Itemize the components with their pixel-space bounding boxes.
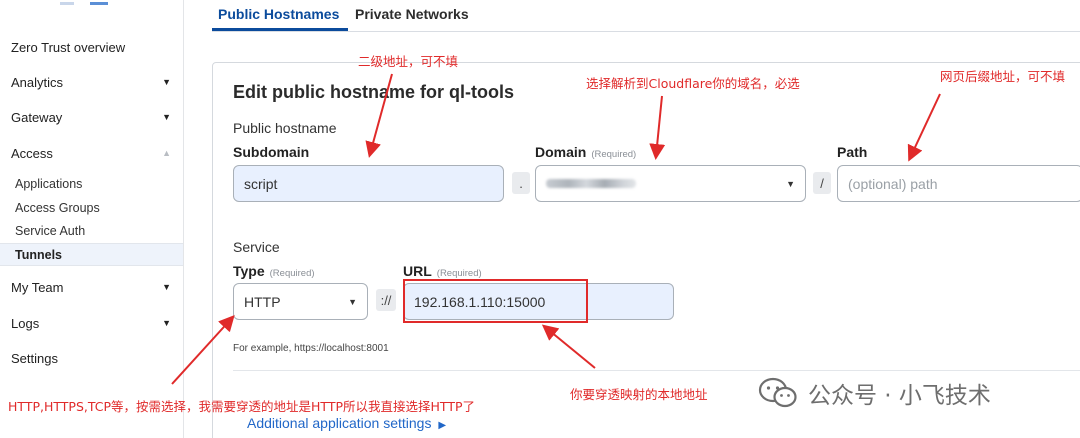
type-annotation: HTTP,HTTPS,TCP等，按需选择，我需要穿透的地址是HTTP所以我直接选… — [8, 399, 476, 414]
subdomain-value: script — [244, 175, 278, 192]
sidebar-item-gateway[interactable]: Gateway ▼ — [0, 100, 183, 134]
sidebar: Zero Trust overview Analytics ▼ Gateway … — [0, 0, 184, 438]
sidebar-item-settings[interactable]: Settings — [0, 341, 183, 375]
redacted-domain — [546, 179, 636, 188]
sidebar-item-tunnels[interactable]: Tunnels — [0, 243, 183, 266]
active-tab-indicator — [212, 28, 348, 31]
scheme-separator: :// — [376, 289, 396, 311]
sidebar-item-zero-trust-overview[interactable]: Zero Trust overview — [0, 30, 183, 64]
page-title: Edit public hostname for ql-tools — [233, 82, 514, 102]
sidebar-item-my-team[interactable]: My Team ▼ — [0, 270, 183, 304]
chevron-down-icon: ▼ — [348, 296, 357, 307]
sidebar-item-label: Access — [11, 145, 53, 161]
sidebar-item-label: Zero Trust overview — [11, 39, 126, 55]
sidebar-item-label: My Team — [11, 279, 64, 295]
path-placeholder: (optional) path — [848, 175, 938, 192]
subdomain-label: Subdomain — [233, 144, 309, 160]
logo — [60, 0, 110, 6]
type-select[interactable]: HTTP ▼ — [233, 283, 368, 320]
service-section-label: Service — [233, 239, 280, 255]
sidebar-item-label: Logs — [11, 315, 40, 331]
sidebar-item-label: Analytics — [11, 74, 64, 90]
slash-separator: / — [813, 172, 831, 194]
chevron-down-icon: ▼ — [162, 77, 171, 87]
sidebar-item-service-auth[interactable]: Service Auth — [0, 219, 183, 242]
subdomain-input[interactable]: script — [233, 165, 504, 202]
sidebar-item-label: Tunnels — [15, 247, 62, 262]
required-hint: (Required) — [269, 268, 315, 279]
chevron-down-icon: ▼ — [786, 178, 795, 189]
subdomain-annotation: 二级地址，可不填 — [358, 54, 459, 69]
domain-label-text: Domain — [535, 144, 587, 160]
type-label-text: Type — [233, 263, 265, 279]
url-label: URL (Required) — [403, 263, 482, 279]
sidebar-item-access[interactable]: Access ▲ — [0, 136, 183, 170]
wechat-icon — [758, 377, 798, 409]
required-hint: (Required) — [591, 149, 637, 160]
chevron-right-icon: ▶ — [438, 420, 447, 431]
sidebar-item-label: Service Auth — [15, 223, 86, 238]
public-hostname-section-label: Public hostname — [233, 120, 337, 136]
domain-select[interactable]: ▼ — [535, 165, 806, 202]
tab-public-hostnames[interactable]: Public Hostnames — [218, 6, 339, 22]
chevron-down-icon: ▼ — [162, 318, 171, 328]
type-label: Type (Required) — [233, 263, 315, 279]
sidebar-item-label: Applications — [15, 176, 83, 191]
path-label: Path — [837, 144, 867, 160]
sidebar-item-access-groups[interactable]: Access Groups — [0, 196, 183, 219]
url-label-text: URL — [403, 263, 432, 279]
sidebar-item-analytics[interactable]: Analytics ▼ — [0, 65, 183, 99]
watermark: 公众号 · 小飞技术 — [758, 376, 991, 410]
path-label-text: Path — [837, 144, 868, 160]
dot-separator: . — [512, 172, 530, 194]
url-helper-text: For example, https://localhost:8001 — [233, 343, 389, 354]
sidebar-item-logs[interactable]: Logs ▼ — [0, 306, 183, 340]
path-input[interactable]: (optional) path — [837, 165, 1080, 202]
domain-label: Domain (Required) — [535, 144, 636, 160]
sidebar-item-label: Access Groups — [15, 200, 100, 215]
additional-settings-link[interactable]: Additional application settings ▶ — [247, 415, 446, 431]
chevron-down-icon: ▼ — [162, 282, 171, 292]
sidebar-item-applications[interactable]: Applications — [0, 172, 183, 195]
additional-settings-label: Additional application settings — [247, 415, 432, 431]
required-hint: (Required) — [436, 268, 482, 279]
url-highlight-box — [403, 279, 588, 323]
path-annotation: 网页后缀地址，可不填 — [940, 69, 1066, 84]
tab-bar: Public Hostnames Private Networks — [212, 0, 1080, 32]
sidebar-item-label: Settings — [11, 350, 58, 366]
tab-private-networks[interactable]: Private Networks — [355, 6, 469, 22]
url-annotation: 你要穿透映射的本地地址 — [570, 387, 708, 402]
domain-annotation: 选择解析到Cloudflare你的域名，必选 — [586, 76, 800, 91]
chevron-up-icon: ▲ — [162, 148, 171, 158]
watermark-text: 公众号 · 小飞技术 — [808, 383, 991, 409]
subdomain-label-text: Subdomain — [233, 144, 310, 160]
type-value: HTTP — [244, 293, 281, 310]
section-divider — [233, 370, 1080, 371]
chevron-down-icon: ▼ — [162, 112, 171, 122]
sidebar-item-label: Gateway — [11, 109, 63, 125]
